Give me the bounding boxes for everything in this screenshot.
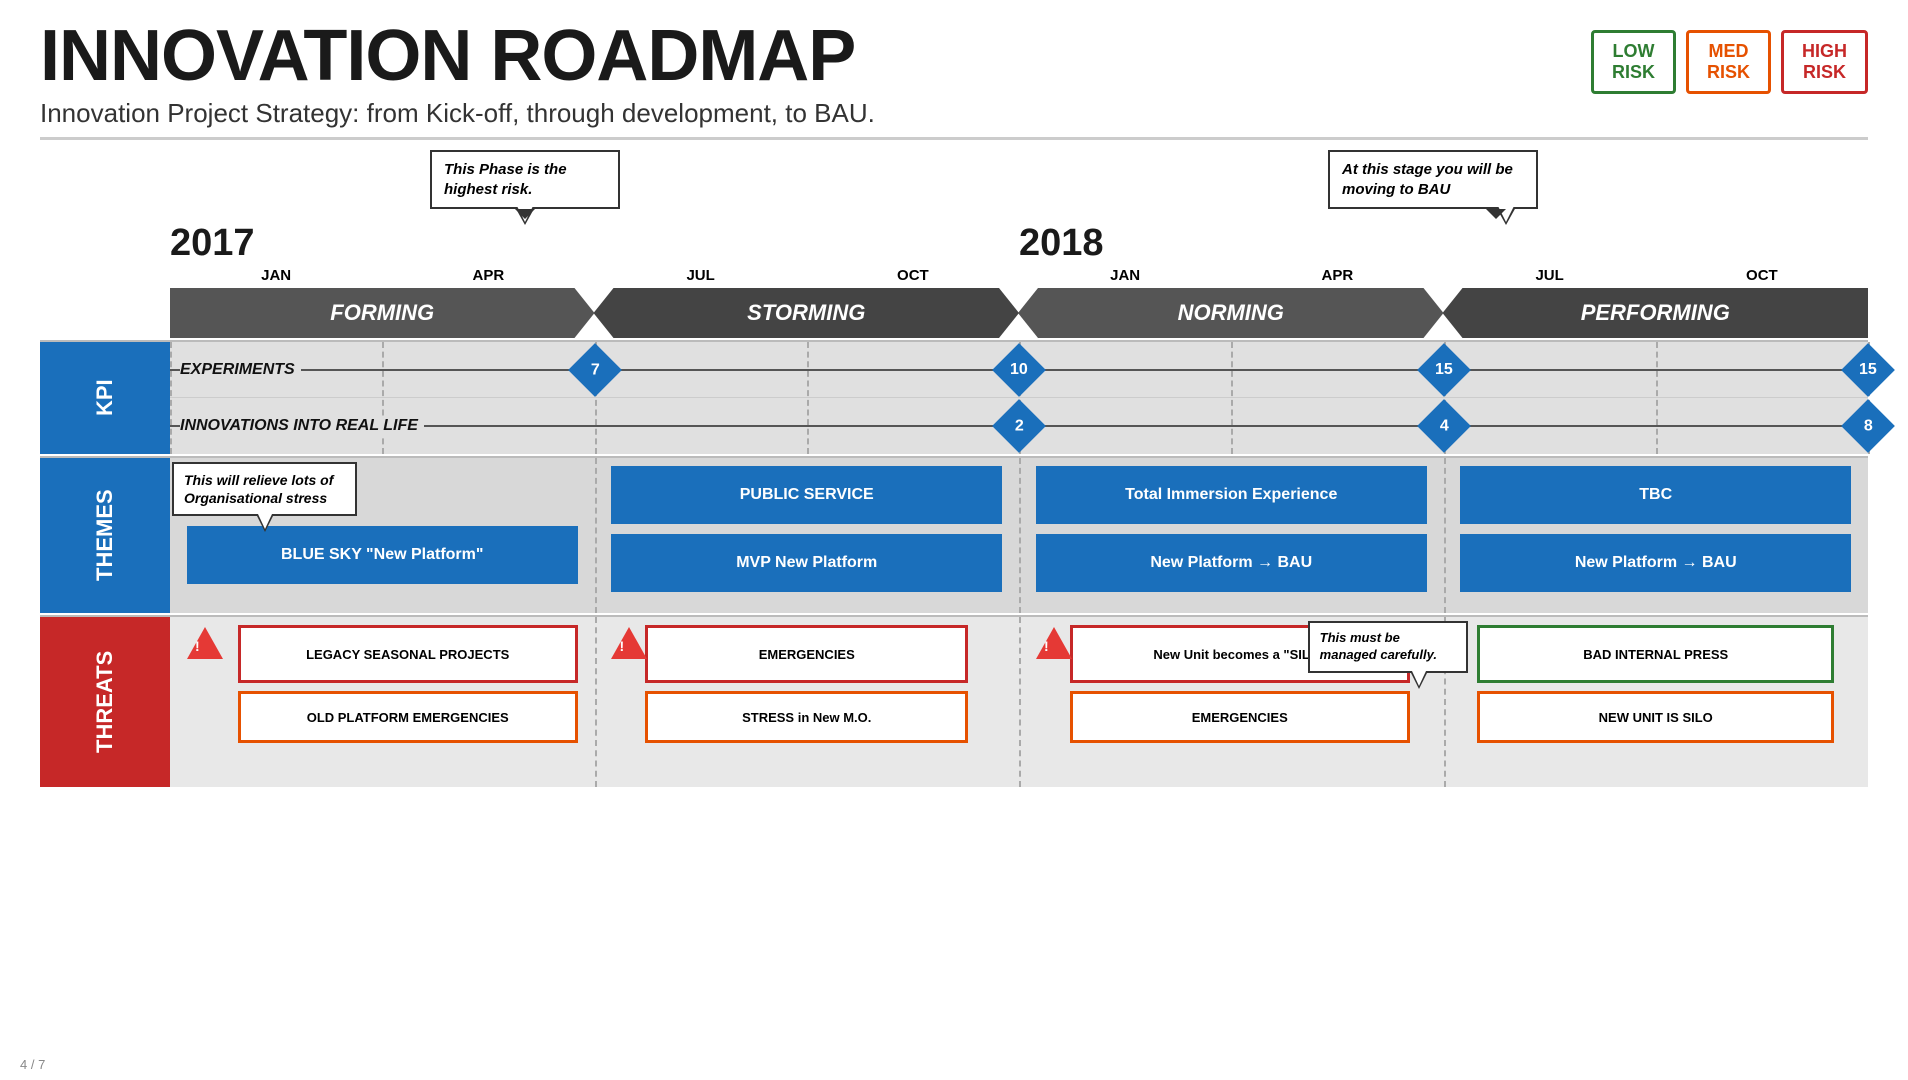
exclaim-0: [187, 627, 223, 659]
threats-section: THREATS ! ! ! LEGACY SEASONAL PROJECTS: [40, 615, 1868, 787]
kpi-content: EXPERIMENTS 7 10 15 15: [170, 342, 1868, 454]
diamond-exp-15b: 15: [1841, 343, 1895, 397]
threat-dashed-1: [595, 617, 597, 787]
threat-dashed-2: [1019, 617, 1021, 787]
theme-dashed-1: [595, 458, 597, 613]
subtitle: Innovation Project Strategy: from Kick-o…: [40, 98, 875, 129]
threats-content: ! ! ! LEGACY SEASONAL PROJECTS OLD PLATF…: [170, 617, 1868, 787]
main-title: INNOVATION ROADMAP: [40, 20, 875, 92]
threat-old-platform: OLD PLATFORM EMERGENCIES: [238, 691, 578, 743]
phase-forming: FORMING: [170, 288, 595, 338]
threat-stress: STRESS in New M.O.: [645, 691, 968, 743]
phase-performing: PERFORMING: [1443, 288, 1869, 338]
year-2018-label: 2018: [1019, 222, 1104, 265]
theme-bluesky: BLUE SKY "New Platform": [187, 526, 578, 584]
page-footer: 4 / 7: [20, 1057, 45, 1072]
diamond-exp-7: 7: [568, 343, 622, 397]
risk-high-badge: HIGHRISK: [1781, 30, 1868, 94]
exclaim-1: [611, 627, 647, 659]
month-jan2: JAN: [1019, 267, 1231, 284]
threat-bad-press: BAD INTERNAL PRESS: [1477, 625, 1834, 683]
theme-public-service: PUBLIC SERVICE: [611, 466, 1002, 524]
risk-badges: LOWRISK MEDRISK HIGHRISK: [1591, 30, 1868, 94]
threat-legacy: LEGACY SEASONAL PROJECTS: [238, 625, 578, 683]
diamond-exp-15a: 15: [1417, 343, 1471, 397]
phase-storming: STORMING: [594, 288, 1020, 338]
kpi-label: KPI: [40, 342, 170, 454]
slide: INNOVATION ROADMAP Innovation Project St…: [0, 0, 1908, 1080]
theme-mvp: MVP New Platform: [611, 534, 1002, 592]
risk-low-badge: LOWRISK: [1591, 30, 1676, 94]
threats-label: THREATS: [40, 617, 170, 787]
year-2018: 2018: [1019, 222, 1868, 267]
kpi-section: KPI EXPERIMENTS 7: [40, 340, 1868, 454]
month-apr1: APR: [382, 267, 594, 284]
month-jul1: JUL: [595, 267, 807, 284]
diamond-exp-10: 10: [992, 343, 1046, 397]
callout-area: This Phase is the highest risk. At this …: [40, 150, 1868, 220]
kpi-row-innovations: INNOVATIONS INTO REAL LIFE 2 4 8: [170, 398, 1868, 454]
year-2017: 2017: [170, 222, 1019, 267]
header: INNOVATION ROADMAP Innovation Project St…: [40, 20, 1868, 140]
kpi-experiments-label: EXPERIMENTS: [180, 361, 301, 379]
exclaim-1-text: !: [619, 638, 624, 654]
threat-emergencies-1: EMERGENCIES: [645, 625, 968, 683]
exclaim-2: [1036, 627, 1072, 659]
month-oct2: OCT: [1656, 267, 1868, 284]
themes-content: This will relieve lots of Organisational…: [170, 458, 1868, 613]
year-row: 2017 2018: [40, 222, 1868, 267]
phase-norming: NORMING: [1018, 288, 1444, 338]
months-row: JAN APR JUL OCT JAN APR JUL OCT: [40, 267, 1868, 284]
exclaim-0-text: !: [195, 638, 200, 654]
diamond-innov-8: 8: [1841, 399, 1895, 453]
kpi-row-experiments: EXPERIMENTS 7 10 15 15: [170, 342, 1868, 398]
year-2017-label: 2017: [170, 222, 255, 265]
threat-emergencies-2: EMERGENCIES: [1070, 691, 1410, 743]
callout-performing: At this stage you will be moving to BAU: [1328, 150, 1538, 209]
risk-med-badge: MEDRISK: [1686, 30, 1771, 94]
kpi-innovations-label: INNOVATIONS INTO REAL LIFE: [180, 417, 424, 435]
themes-label: THEMES: [40, 458, 170, 613]
diamond-innov-2: 2: [992, 399, 1046, 453]
theme-tbc: TBC: [1460, 466, 1851, 524]
month-jul2: JUL: [1444, 267, 1656, 284]
diamond-innov-4: 4: [1417, 399, 1471, 453]
month-oct1: OCT: [807, 267, 1019, 284]
theme-np-bau-2: New Platform → BAU: [1460, 534, 1851, 592]
callout-bluesky: This will relieve lots of Organisational…: [172, 462, 357, 516]
title-block: INNOVATION ROADMAP Innovation Project St…: [40, 20, 875, 129]
threat-new-unit-is-silo: NEW UNIT IS SILO: [1477, 691, 1834, 743]
phase-bar: FORMING STORMING NORMING PERFORMING: [40, 288, 1868, 338]
theme-dashed-2: [1019, 458, 1021, 613]
theme-dashed-3: [1444, 458, 1446, 613]
month-apr2: APR: [1231, 267, 1443, 284]
month-jan1: JAN: [170, 267, 382, 284]
callout-managed: This must be managed carefully.: [1308, 621, 1468, 673]
timeline-section: This Phase is the highest risk. At this …: [40, 150, 1868, 787]
callout-storming: This Phase is the highest risk.: [430, 150, 620, 209]
theme-np-bau-1: New Platform → BAU: [1036, 534, 1427, 592]
theme-total-immersion: Total Immersion Experience: [1036, 466, 1427, 524]
themes-section: THEMES This will relieve lots of Organis…: [40, 456, 1868, 613]
exclaim-2-text: !: [1044, 638, 1049, 654]
